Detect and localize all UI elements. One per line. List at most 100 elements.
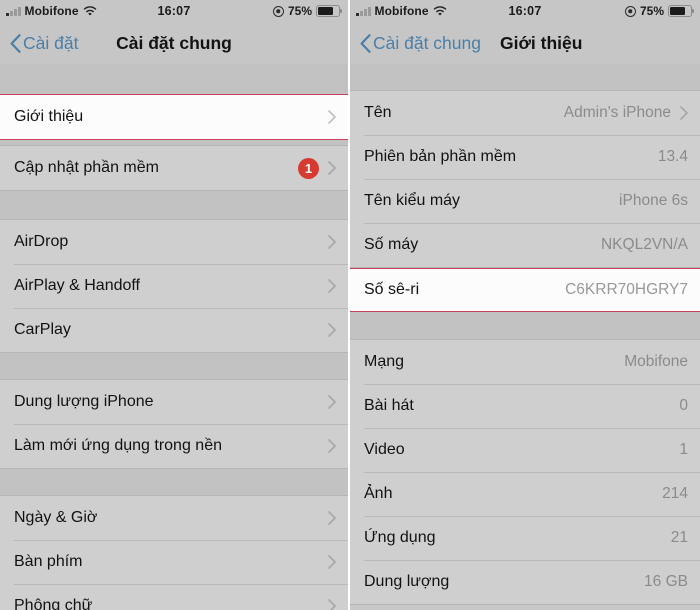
list-item-airplay-handoff[interactable]: AirPlay & Handoff [0, 264, 348, 308]
section-gap [0, 353, 348, 379]
list-item-label: Mạng [364, 353, 405, 370]
chevron-right-icon [328, 511, 336, 525]
chevron-right-icon [328, 395, 336, 409]
list-item-dung-luong: Dung lượng 16 GB [350, 560, 700, 604]
highlighted-row-slot: Giới thiệu [0, 94, 348, 140]
list-item-ung-dung: Ứng dụng 21 [350, 516, 700, 560]
list-item-value: 21 [670, 529, 688, 546]
list-item-value: NKQL2VN/A [600, 236, 688, 253]
list-item-lam-moi-ung-dung[interactable]: Làm mới ứng dụng trong nền [0, 424, 348, 468]
list-item-label: Bài hát [364, 397, 414, 414]
section-gap [350, 312, 700, 339]
battery-icon [668, 5, 692, 17]
list-item-label: Dung lượng iPhone [14, 393, 154, 410]
list-item-value: 16 GB [644, 573, 688, 590]
list-item-label: Video [364, 441, 405, 458]
battery-icon [316, 5, 340, 17]
list-item-video: Video 1 [350, 428, 700, 472]
list-item-value: 214 [662, 485, 688, 502]
list-item-cap-nhat-phan-mem[interactable]: Cập nhật phần mềm 1 [0, 146, 348, 190]
list-item-label: Phiên bản phần mềm [364, 148, 517, 165]
status-bar-right: 75% [524, 4, 692, 18]
status-bar-right: 75% [173, 4, 340, 18]
list-item-label: Dung lượng [364, 573, 450, 590]
list-item-mang: Mạng Mobifone [350, 340, 700, 384]
list-item-label: Tên [364, 104, 392, 121]
list-item-label: Ngày & Giờ [14, 509, 98, 526]
list-item-label: AirPlay & Handoff [14, 277, 140, 294]
left-status-bar: Mobifone 16:07 75% [0, 0, 348, 22]
left-phone-screen: Mobifone 16:07 75% Cài đặt Cài đặt chung [0, 0, 350, 610]
list-item-value: Mobifone [624, 353, 688, 370]
chevron-left-icon [360, 33, 371, 53]
list-item-airdrop[interactable]: AirDrop [0, 220, 348, 264]
list-item-label: AirDrop [14, 233, 69, 250]
list-item-label: Làm mới ứng dụng trong nền [14, 437, 222, 454]
battery-percent-label: 75% [639, 4, 664, 18]
chevron-right-icon [328, 599, 336, 610]
list-item-label: Cập nhật phần mềm [14, 159, 159, 176]
list-item-label: Phông chữ [14, 597, 93, 610]
about-group-content-stats: Mạng Mobifone Bài hát 0 Video 1 Ảnh 214 … [350, 339, 700, 605]
settings-group-storage: Dung lượng iPhone Làm mới ứng dụng trong… [0, 379, 348, 469]
chevron-right-icon [328, 110, 336, 124]
list-item-carplay[interactable]: CarPlay [0, 308, 348, 352]
chevron-right-icon [328, 323, 336, 337]
list-item-anh: Ảnh 214 [350, 472, 700, 516]
highlighted-row-slot: Số sê-ri C6KRR70HGRY7 [350, 268, 700, 312]
right-status-bar: Mobifone 16:07 75% [350, 0, 700, 22]
settings-group-updates: Cập nhật phần mềm 1 [0, 145, 348, 191]
list-item-gioi-thieu[interactable]: Giới thiệu [0, 94, 348, 140]
section-gap [0, 191, 348, 219]
back-button-general[interactable]: Cài đặt chung [360, 33, 481, 54]
settings-group-connectivity: AirDrop AirPlay & Handoff CarPlay [0, 219, 348, 353]
chevron-left-icon [10, 33, 21, 53]
list-item-label: Số sê-ri [364, 281, 420, 298]
list-item-value: 1 [679, 441, 688, 458]
location-services-icon [624, 5, 636, 17]
battery-percent-label: 75% [287, 4, 312, 18]
right-phone-screen: Mobifone 16:07 75% Cài đặt chung Giới th… [350, 0, 700, 610]
chevron-right-icon [680, 106, 688, 120]
list-item-ten-kieu-may: Tên kiểu máy iPhone 6s [350, 179, 700, 223]
list-item-label: Bàn phím [14, 553, 83, 570]
list-item-value: 0 [679, 397, 688, 414]
settings-group-datetime: Ngày & Giờ Bàn phím Phông chữ [0, 495, 348, 610]
about-group-device-info: Tên Admin's iPhone Phiên bản phần mềm 13… [350, 90, 700, 268]
chevron-right-icon [328, 439, 336, 453]
list-item-label: CarPlay [14, 321, 71, 338]
list-item-phien-ban-phan-mem: Phiên bản phần mềm 13.4 [350, 135, 700, 179]
back-button-label: Cài đặt [23, 32, 79, 53]
update-badge: 1 [298, 157, 319, 179]
list-item-label: Ứng dụng [364, 529, 436, 546]
list-item-so-se-ri[interactable]: Số sê-ri C6KRR70HGRY7 [350, 268, 700, 312]
chevron-right-icon [328, 161, 336, 175]
back-button-label: Cài đặt chung [373, 32, 481, 53]
list-item-label: Tên kiểu máy [364, 192, 461, 209]
list-item-label: Giới thiệu [14, 108, 84, 125]
section-gap [0, 64, 348, 94]
list-item-bai-hat: Bài hát 0 [350, 384, 700, 428]
chevron-right-icon [328, 235, 336, 249]
list-item-phong-chu[interactable]: Phông chữ [0, 584, 348, 610]
list-item-label: Ảnh [364, 485, 393, 502]
list-item-dung-luong-iphone[interactable]: Dung lượng iPhone [0, 380, 348, 424]
list-item-so-may: Số máy NKQL2VN/A [350, 223, 700, 267]
list-item-value: iPhone 6s [619, 192, 688, 209]
section-gap [350, 64, 700, 90]
dual-screenshot-container: Mobifone 16:07 75% Cài đặt Cài đặt chung [0, 0, 700, 610]
location-services-icon [272, 5, 284, 17]
list-item-ten[interactable]: Tên Admin's iPhone [350, 91, 700, 135]
list-item-value: 13.4 [657, 148, 688, 165]
serial-number-value: C6KRR70HGRY7 [565, 281, 688, 298]
section-gap [0, 469, 348, 495]
chevron-right-icon [328, 555, 336, 569]
right-nav-bar: Cài đặt chung Giới thiệu [350, 22, 700, 64]
back-button-settings[interactable]: Cài đặt [10, 33, 78, 54]
left-nav-bar: Cài đặt Cài đặt chung [0, 22, 348, 64]
chevron-right-icon [328, 279, 336, 293]
list-item-label: Số máy [364, 236, 419, 253]
list-item-ngay-gio[interactable]: Ngày & Giờ [0, 496, 348, 540]
page-title: Giới thiệu [500, 32, 583, 53]
list-item-ban-phim[interactable]: Bàn phím [0, 540, 348, 584]
